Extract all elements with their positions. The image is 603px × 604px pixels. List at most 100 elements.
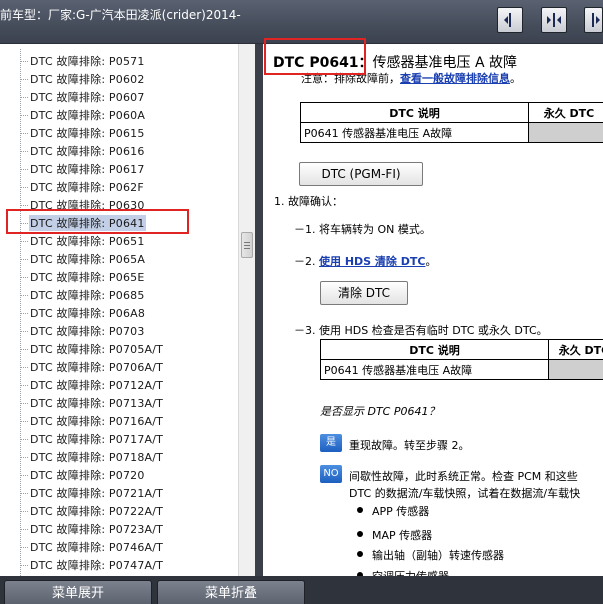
tree-item[interactable]: DTC 故障排除: P0716A/T — [20, 412, 235, 430]
tree-item-label: DTC 故障排除: P0703 — [30, 325, 145, 338]
tree-item-label: DTC 故障排除: P062F — [30, 181, 144, 194]
tree-item[interactable]: DTC 故障排除: P0746A/T — [20, 538, 235, 556]
tree-item[interactable]: DTC 故障排除: P0705A/T — [20, 340, 235, 358]
tree-item[interactable]: DTC 故障排除: P0685 — [20, 286, 235, 304]
clear-dtc-button[interactable]: 清除 DTC — [320, 281, 408, 305]
tree-item-label: DTC 故障排除: P06A8 — [30, 307, 146, 320]
tree-item[interactable]: DTC 故障排除: P0703 — [20, 322, 235, 340]
tree-item-label: DTC 故障排除: P065E — [30, 271, 145, 284]
step-1-2: －2. 使用 HDS 清除 DTC。 — [294, 255, 437, 268]
tree-item-label: DTC 故障排除: P0602 — [30, 73, 145, 86]
note-suffix: 。 — [510, 72, 521, 85]
dtc-pgmfi-button[interactable]: DTC (PGM-FI) — [299, 162, 423, 186]
menu-expand-button[interactable]: 菜单展开 — [4, 580, 152, 604]
tree-item[interactable]: DTC 故障排除: P0602 — [20, 70, 235, 88]
tree-item[interactable]: DTC 故障排除: P065A — [20, 250, 235, 268]
expand-right-icon — [592, 13, 600, 27]
tree-item-label: DTC 故障排除: P0712A/T — [30, 379, 164, 392]
highlight-selected-item — [6, 209, 189, 234]
question-text: 是否显示 DTC P0641？ — [320, 405, 440, 418]
tree-item-label: DTC 故障排除: P0607 — [30, 91, 145, 104]
tree-item[interactable]: DTC 故障排除: P0718A/T — [20, 448, 235, 466]
tree-item-label: DTC 故障排除: P060A — [30, 109, 146, 122]
tree-item[interactable]: DTC 故障排除: P0720 — [20, 466, 235, 484]
tree-item[interactable]: DTC 故障排除: P0616 — [20, 142, 235, 160]
document-pane: DTC P0641：传感器基准电压 A 故障 注意：排除故障前，查看一般故障排除… — [263, 44, 603, 576]
menu-collapse-button[interactable]: 菜单折叠 — [157, 580, 305, 604]
yes-text: 重现故障。转至步骤 2。 — [349, 439, 470, 452]
highlight-dtc-code — [264, 38, 366, 75]
bullet-icon — [357, 551, 363, 557]
bullet-item: APP 传感器 — [372, 505, 430, 518]
tree-item[interactable]: DTC 故障排除: P0706A/T — [20, 358, 235, 376]
tree-item-label: DTC 故障排除: P0685 — [30, 289, 145, 302]
tree-pane: DTC 故障排除: P0571 DTC 故障排除: P0602 DTC 故障排除: … — [0, 44, 238, 576]
yes-tag: 是 — [320, 434, 342, 452]
tree-item[interactable]: DTC 故障排除: P0717A/T — [20, 430, 235, 448]
tree-item-label: DTC 故障排除: P0713A/T — [30, 397, 164, 410]
scrollbar-thumb[interactable] — [241, 232, 253, 258]
split-view-icon — [547, 13, 561, 27]
table2-cell-permanent — [548, 359, 603, 380]
table1-cell-desc: P0641 传感器基准电压 A故障 — [300, 122, 529, 143]
window-title: 前车型：厂家:G-广汽本田凌派(crider)2014- — [0, 8, 241, 22]
dtc-table-1: DTC 说明 永久 DTC P0641 传感器基准电压 A故障 — [300, 102, 603, 143]
tree-item-label: DTC 故障排除: P0571 — [30, 55, 145, 68]
table1-header-desc: DTC 说明 — [300, 102, 529, 123]
tree-item-label: DTC 故障排除: P0747A/T — [30, 559, 164, 572]
no-tag: NO — [320, 465, 342, 483]
no-text-line1: 间歇性故障，此时系统正常。检查 PCM 和这些 — [349, 470, 578, 483]
no-text-line2: DTC 的数据流/车载快照，试着在数据流/车载快 — [349, 487, 581, 500]
tree-scrollbar[interactable] — [238, 44, 255, 576]
bullet-item: 空调压力传感器 — [372, 568, 449, 576]
bullet-icon — [357, 531, 363, 537]
tree-item-label: DTC 故障排除: P0651 — [30, 235, 145, 248]
tree-item-label: DTC 故障排除: P0617 — [30, 163, 145, 176]
general-troubleshooting-link[interactable]: 查看一般故障排除信息 — [400, 72, 510, 85]
tree-item[interactable]: DTC 故障排除: P060A — [20, 106, 235, 124]
tree-item[interactable]: DTC 故障排除: P0723A/T — [20, 520, 235, 538]
bullet-item: 输出轴（副轴）转速传感器 — [372, 549, 504, 562]
tree-item[interactable]: DTC 故障排除: P0607 — [20, 88, 235, 106]
tree-item[interactable]: DTC 故障排除: P0712A/T — [20, 376, 235, 394]
tree-item-label: DTC 故障排除: P0722A/T — [30, 505, 164, 518]
tree-item-label: DTC 故障排除: P0746A/T — [30, 541, 164, 554]
tree-item-label: DTC 故障排除: P065A — [30, 253, 146, 266]
bullet-icon — [357, 507, 363, 513]
tree-item[interactable]: DTC 故障排除: P0651 — [20, 232, 235, 250]
step-1-3: －3. 使用 HDS 检查是否有临时 DTC 或永久 DTC。 — [294, 324, 548, 337]
tree-item-label: DTC 故障排除: P0717A/T — [30, 433, 164, 446]
tree-item[interactable]: DTC 故障排除: P065E — [20, 268, 235, 286]
collapse-left-icon — [504, 13, 511, 27]
table2-header-permanent: 永久 DTC — [548, 339, 603, 360]
tree-item-label: DTC 故障排除: P0720 — [30, 469, 145, 482]
collapse-left-button[interactable] — [497, 7, 523, 33]
tree-item[interactable]: DTC 故障排除: P0747A/T — [20, 556, 235, 574]
tree-item-label: DTC 故障排除: P0705A/T — [30, 343, 164, 356]
tree-item[interactable]: DTC 故障排除: P062F — [20, 178, 235, 196]
tree-item-label: DTC 故障排除: P0616 — [30, 145, 145, 158]
tree-item[interactable]: DTC 故障排除: P0721A/T — [20, 484, 235, 502]
tree-item-label: DTC 故障排除: P0718A/T — [30, 451, 164, 464]
tree-item[interactable]: DTC 故障排除: P0615 — [20, 124, 235, 142]
tree-item[interactable]: DTC 故障排除: P0571 — [20, 52, 235, 70]
tree-item[interactable]: DTC 故障排除: P0722A/T — [20, 502, 235, 520]
tree-item[interactable]: DTC 故障排除: P06A8 — [20, 304, 235, 322]
table1-header-permanent: 永久 DTC — [528, 102, 603, 123]
tree-item-label: DTC 故障排除: P0706A/T — [30, 361, 164, 374]
tree-item-label: DTC 故障排除: P0615 — [30, 127, 145, 140]
bullet-item: MAP 传感器 — [372, 529, 433, 542]
tree-item-label: DTC 故障排除: P0723A/T — [30, 523, 164, 536]
hds-clear-dtc-link[interactable]: 使用 HDS 清除 DTC — [319, 255, 425, 268]
pane-splitter[interactable] — [255, 44, 263, 576]
table1-cell-permanent — [528, 122, 603, 143]
step-1: 1. 故障确认： — [274, 195, 343, 208]
table2-cell-desc: P0641 传感器基准电压 A故障 — [320, 359, 549, 380]
expand-right-button[interactable] — [584, 7, 603, 33]
step-1-1: －1. 将车辆转为 ON 模式。 — [294, 223, 431, 236]
tree-item[interactable]: DTC 故障排除: P0617 — [20, 160, 235, 178]
tree-item[interactable]: DTC 故障排除: P0713A/T — [20, 394, 235, 412]
split-view-button[interactable] — [541, 7, 567, 33]
table2-header-desc: DTC 说明 — [320, 339, 549, 360]
tree-item-label: DTC 故障排除: P0716A/T — [30, 415, 164, 428]
